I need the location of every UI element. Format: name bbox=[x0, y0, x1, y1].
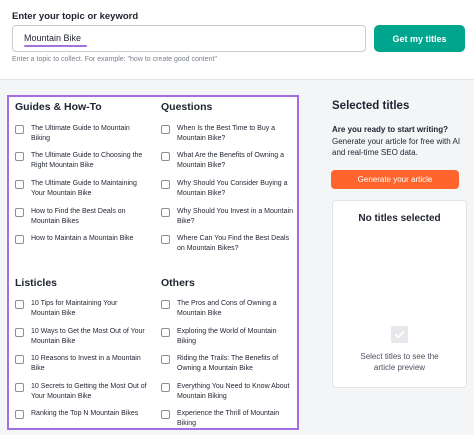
title-checkbox[interactable] bbox=[15, 152, 24, 161]
title-option-text: 10 Reasons to Invest in a Mountain Bike bbox=[31, 355, 141, 372]
title-checkbox[interactable] bbox=[161, 208, 170, 217]
title-option-text: The Ultimate Guide to Maintaining Your M… bbox=[31, 180, 137, 197]
selected-titles-panel: Selected titles Are you ready to start w… bbox=[303, 80, 474, 435]
ready-description: Generate your article for free with AI a… bbox=[332, 137, 461, 157]
title-checkbox[interactable] bbox=[15, 208, 24, 217]
title-checkbox[interactable] bbox=[15, 355, 24, 364]
section-title-listicles: Listicles bbox=[15, 277, 58, 289]
title-option-text: 10 Tips for Maintaining Your Mountain Bi… bbox=[31, 300, 118, 317]
title-option-text: The Ultimate Guide to Choosing the Right… bbox=[31, 152, 143, 169]
title-checkbox[interactable] bbox=[15, 300, 24, 309]
title-checkbox[interactable] bbox=[15, 125, 24, 134]
title-checkbox[interactable] bbox=[161, 152, 170, 161]
title-checkbox[interactable] bbox=[161, 410, 170, 419]
section-title-questions: Questions bbox=[161, 101, 213, 113]
title-option-text: What Are the Benefits of Owning a Mounta… bbox=[177, 152, 285, 169]
title-option-text: 10 Secrets to Getting the Most Out of Yo… bbox=[31, 383, 147, 400]
section-title-guides: Guides & How-To bbox=[15, 101, 102, 113]
title-checkbox[interactable] bbox=[161, 383, 170, 392]
title-checkbox[interactable] bbox=[15, 328, 24, 337]
title-suggestions-panel: Guides & How-To The Ultimate Guide to Mo… bbox=[7, 95, 299, 430]
title-option-text: The Ultimate Guide to Mountain Biking bbox=[31, 125, 130, 142]
topic-hint: Enter a topic to collect. For example: "… bbox=[12, 56, 217, 63]
empty-selection-description: Select titles to see the article preview bbox=[360, 352, 439, 372]
title-option-text: Why Should You Invest in a Mountain Bike… bbox=[177, 208, 293, 225]
title-checkbox[interactable] bbox=[161, 235, 170, 244]
title-checkbox[interactable] bbox=[161, 125, 170, 134]
title-option-text: How to Find the Best Deals on Mountain B… bbox=[31, 208, 126, 225]
title-checkbox[interactable] bbox=[15, 383, 24, 392]
title-option-text: Riding the Trails: The Benefits of Ownin… bbox=[177, 355, 279, 372]
title-option-text: Experience the Thrill of Mountain Biking bbox=[177, 410, 280, 427]
title-option-text: How to Maintain a Mountain Bike bbox=[31, 235, 134, 242]
empty-selection-title: No titles selected bbox=[358, 213, 441, 224]
title-option-text: Why Should You Consider Buying a Mountai… bbox=[177, 180, 288, 197]
title-option-text: Ranking the Top N Mountain Bikes bbox=[31, 410, 139, 417]
title-option-text: When Is the Best Time to Buy a Mountain … bbox=[177, 125, 276, 142]
topic-input[interactable]: Mountain Bike bbox=[12, 25, 366, 52]
title-checkbox[interactable] bbox=[161, 355, 170, 364]
title-checkbox[interactable] bbox=[15, 235, 24, 244]
selected-titles-heading: Selected titles bbox=[332, 100, 410, 112]
generate-article-button[interactable]: Generate your article bbox=[331, 170, 459, 189]
spellcheck-underline bbox=[24, 45, 87, 47]
title-checkbox[interactable] bbox=[161, 328, 170, 337]
title-checkbox[interactable] bbox=[15, 410, 24, 419]
title-checkbox[interactable] bbox=[161, 300, 170, 309]
topic-form: Enter your topic or keyword Mountain Bik… bbox=[0, 0, 474, 80]
empty-selection-card: No titles selected Select titles to see … bbox=[332, 200, 467, 388]
title-option-text: Where Can You Find the Best Deals on Mou… bbox=[177, 235, 290, 252]
topic-label: Enter your topic or keyword bbox=[12, 11, 139, 22]
title-option-text: Exploring the World of Mountain Biking bbox=[177, 328, 277, 345]
checkbox-placeholder-icon bbox=[391, 326, 408, 343]
title-checkbox[interactable] bbox=[15, 180, 24, 189]
title-option-text: Everything You Need to Know About Mounta… bbox=[177, 383, 290, 400]
title-checkbox[interactable] bbox=[161, 180, 170, 189]
get-titles-button[interactable]: Get my titles bbox=[374, 25, 465, 52]
title-option-text: The Pros and Cons of Owning a Mountain B… bbox=[177, 300, 277, 317]
topic-input-value: Mountain Bike bbox=[24, 33, 82, 43]
section-title-others: Others bbox=[161, 277, 195, 289]
title-option-text: 10 Ways to Get the Most Out of Your Moun… bbox=[31, 328, 145, 345]
ready-prompt: Are you ready to start writing? bbox=[332, 125, 449, 134]
